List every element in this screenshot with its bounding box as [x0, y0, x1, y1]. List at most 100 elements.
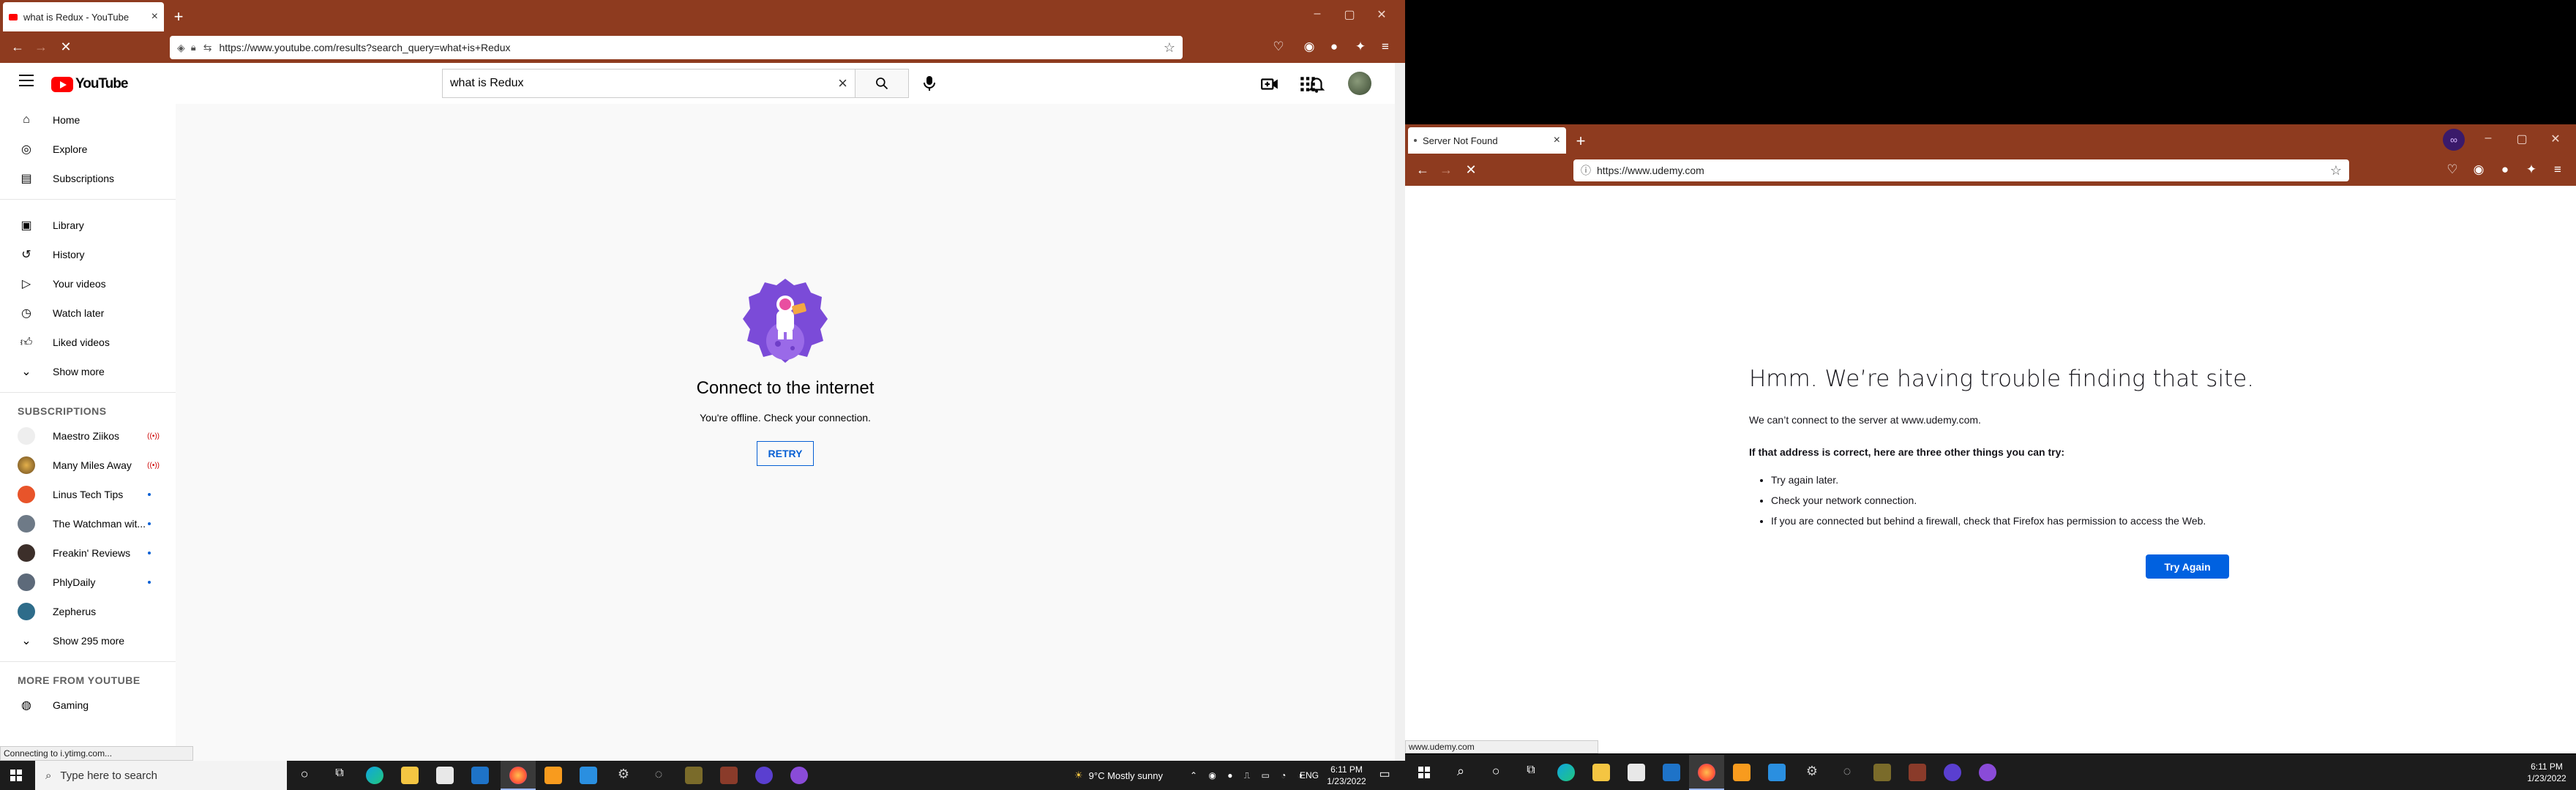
forward-button[interactable]: → — [32, 40, 50, 55]
app3-icon[interactable] — [790, 767, 808, 784]
notifications-icon[interactable]: ▭ — [1376, 767, 1393, 784]
account-icon[interactable]: ◉ — [1301, 40, 1317, 56]
tab-close-icon[interactable]: × — [1554, 134, 1560, 147]
subscription-item[interactable]: Zepherus — [0, 597, 176, 626]
youtube-logo[interactable]: YouTube — [51, 76, 128, 92]
shield-icon[interactable]: ◈ — [177, 42, 185, 54]
show-more-subscriptions[interactable]: ⌄ Show 295 more — [0, 626, 176, 655]
tab-server-not-found[interactable]: Server Not Found × — [1408, 127, 1566, 154]
sublime-icon[interactable] — [1733, 764, 1751, 781]
firefox-icon[interactable] — [509, 767, 527, 784]
sidebar-item-liked-videos[interactable]: 👍︎ Liked videos — [0, 328, 176, 357]
sidebar-item-history[interactable]: ↺ History — [0, 240, 176, 269]
notifications-bell-icon[interactable] — [1307, 75, 1326, 94]
search-icon[interactable]: ⌕ — [1452, 764, 1469, 781]
settings-gear-icon[interactable]: ⚙ — [615, 767, 632, 784]
sidebar-item-gaming[interactable]: ◍ Gaming — [0, 691, 176, 720]
windows-start-icon[interactable] — [1418, 767, 1430, 778]
cortana-icon[interactable]: ○ — [1487, 764, 1505, 781]
mail-icon[interactable] — [1663, 764, 1680, 781]
pocket-icon[interactable]: ♡ — [2444, 162, 2460, 178]
subscription-item[interactable]: Many Miles Away ((•)) — [0, 451, 176, 480]
app2-icon[interactable] — [720, 767, 738, 784]
subscription-item[interactable]: PhlyDaily — [0, 568, 176, 597]
system-tray-icons[interactable]: ⌃ ◉ ● ⎍ ▭ ◔ ◑ — [1190, 761, 1307, 790]
stop-button[interactable]: ✕ — [1462, 162, 1480, 178]
extension-icon[interactable]: ● — [2497, 162, 2513, 178]
subscription-item[interactable]: Freakin' Reviews — [0, 538, 176, 568]
hamburger-menu-icon[interactable] — [19, 75, 34, 86]
dev-tool-icon[interactable]: ◌ — [650, 767, 667, 784]
try-again-button[interactable]: Try Again — [2146, 554, 2229, 579]
pocket-icon[interactable]: ♡ — [1270, 40, 1287, 56]
weather-widget[interactable]: ☀ 9°C Mostly sunny — [1074, 761, 1163, 790]
taskbar-search-input[interactable]: ⌕ Type here to search — [35, 761, 287, 790]
dev-tool-icon[interactable]: ◌ — [1838, 764, 1856, 781]
store-icon[interactable] — [436, 767, 454, 784]
permissions-icon[interactable]: ⇆ — [203, 42, 212, 54]
search-input[interactable]: what is Redux × — [442, 69, 855, 98]
edge-icon[interactable] — [366, 767, 383, 784]
sublime-icon[interactable] — [544, 767, 562, 784]
edge-icon[interactable] — [1557, 764, 1575, 781]
extension2-icon[interactable]: ✦ — [1352, 40, 1368, 56]
bookmark-star-icon[interactable]: ☆ — [1164, 40, 1175, 56]
firefox-icon[interactable] — [1698, 764, 1715, 781]
extension-icon[interactable]: ● — [1326, 40, 1342, 56]
app2-icon[interactable] — [1909, 764, 1926, 781]
clock[interactable]: 6:11 PM 1/23/2022 — [2523, 761, 2570, 784]
search-button[interactable] — [855, 69, 909, 98]
sidebar-show-more[interactable]: ⌄ Show more — [0, 357, 176, 386]
mail-icon[interactable] — [471, 767, 489, 784]
new-tab-button[interactable]: + — [170, 7, 187, 26]
vscode-icon[interactable] — [580, 767, 597, 784]
bookmark-star-icon[interactable]: ☆ — [2330, 163, 2342, 178]
info-icon[interactable]: ⓘ — [1581, 163, 1591, 178]
back-button[interactable]: ← — [1414, 162, 1431, 178]
back-button[interactable]: ← — [9, 40, 26, 55]
language-indicator[interactable]: ENG — [1300, 761, 1319, 790]
forward-button[interactable]: → — [1437, 162, 1455, 178]
tab-youtube[interactable]: what is Redux - YouTube × — [3, 2, 164, 31]
file-explorer-icon[interactable] — [1592, 764, 1610, 781]
subscription-item[interactable]: Linus Tech Tips — [0, 480, 176, 509]
tab-close-icon[interactable]: × — [151, 10, 158, 23]
minimize-button[interactable]: – — [1303, 7, 1332, 20]
sidebar-item-watch-later[interactable]: ◷ Watch later — [0, 298, 176, 328]
subscription-item[interactable]: The Watchman wit... — [0, 509, 176, 538]
menu-icon[interactable]: ≡ — [1377, 40, 1393, 56]
maximize-button[interactable]: ▢ — [2507, 132, 2536, 146]
extension2-icon[interactable]: ✦ — [2523, 162, 2539, 178]
sidebar-item-subscriptions[interactable]: ▤ Subscriptions — [0, 164, 176, 193]
file-explorer-icon[interactable] — [401, 767, 419, 784]
subscription-item[interactable]: Maestro Ziikos ((•)) — [0, 421, 176, 451]
url-bar[interactable]: ◈ 🔒︎ ⇆ https://www.youtube.com/results?s… — [170, 36, 1183, 59]
task-view-icon[interactable]: ⧉ — [331, 767, 348, 784]
url-bar[interactable]: ⓘ https://www.udemy.com ☆ — [1573, 159, 2349, 181]
cortana-icon[interactable]: ○ — [296, 767, 313, 784]
new-tab-button[interactable]: + — [1572, 132, 1590, 151]
retry-button[interactable]: RETRY — [756, 441, 815, 466]
settings-gear-icon[interactable]: ⚙ — [1803, 764, 1821, 781]
minimize-button[interactable]: – — [2474, 132, 2503, 145]
close-window-button[interactable]: ✕ — [1367, 7, 1396, 22]
create-video-icon[interactable] — [1260, 75, 1279, 94]
app3-icon[interactable] — [1979, 764, 1996, 781]
task-view-icon[interactable]: ⧉ — [1522, 764, 1540, 781]
clock[interactable]: 6:11 PM 1/23/2022 — [1323, 764, 1370, 787]
menu-icon[interactable]: ≡ — [2550, 162, 2566, 178]
close-window-button[interactable]: ✕ — [2541, 132, 2570, 146]
sidebar-item-home[interactable]: ⌂ Home — [0, 105, 176, 135]
app-icon[interactable] — [685, 767, 703, 784]
sidebar-item-explore[interactable]: ◎ Explore — [0, 135, 176, 164]
stop-button[interactable]: ✕ — [57, 40, 75, 55]
avatar[interactable] — [1348, 72, 1371, 95]
maximize-button[interactable]: ▢ — [1335, 7, 1364, 22]
lock-icon[interactable]: 🔒︎ — [191, 42, 196, 53]
account-icon[interactable]: ◉ — [2471, 162, 2487, 178]
windows-start-icon[interactable] — [10, 770, 22, 781]
app-icon[interactable] — [1873, 764, 1891, 781]
clear-search-icon[interactable]: × — [838, 74, 847, 93]
discord-icon[interactable] — [755, 767, 773, 784]
sidebar-item-library[interactable]: ▣ Library — [0, 211, 176, 240]
